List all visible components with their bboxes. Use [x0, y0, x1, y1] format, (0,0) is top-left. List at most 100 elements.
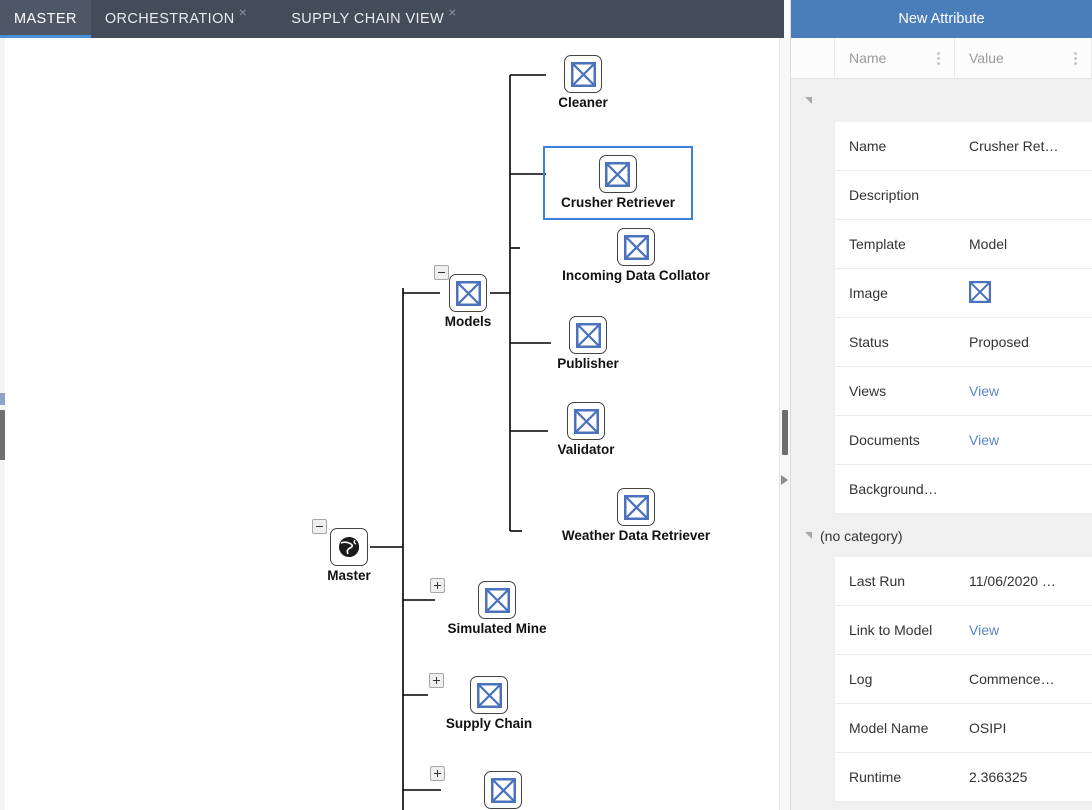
tree-node-cleaner[interactable]: Cleaner	[547, 55, 619, 110]
property-name: Model Name	[835, 720, 955, 736]
tab-supply-chain-view[interactable]: SUPPLY CHAIN VIEW ×	[277, 0, 473, 38]
property-row-documents[interactable]: Documents View	[835, 416, 1092, 465]
tree-node-models[interactable]: Models	[449, 274, 487, 312]
property-value-image[interactable]	[955, 281, 1092, 306]
property-row-model-name[interactable]: Model Name OSIPI	[835, 704, 1092, 753]
application-window: MASTER ORCHESTRATION × SUPPLY CHAIN VIEW…	[0, 0, 1092, 810]
xbox-icon	[564, 55, 602, 93]
property-value[interactable]: Model	[955, 236, 1092, 252]
group-collapse-triangle-icon[interactable]	[805, 532, 812, 539]
property-row-runtime[interactable]: Runtime 2.366325	[835, 753, 1092, 802]
xbox-icon	[484, 771, 522, 809]
group-header-default[interactable]	[791, 79, 1092, 122]
panel-collapse-arrow-icon[interactable]	[781, 475, 788, 485]
tab-spacer	[263, 0, 277, 38]
column-header-value-label: Value	[969, 50, 1004, 66]
attribute-panel: New Attribute Name Value Name Crusher Re…	[790, 0, 1092, 810]
tree-node-supply-chain[interactable]: Supply Chain	[470, 676, 508, 714]
tab-master[interactable]: MASTER	[0, 0, 91, 38]
group-header-no-category[interactable]: (no category)	[791, 514, 1092, 557]
collapse-toggle-models[interactable]	[434, 265, 449, 280]
panel-splitter[interactable]	[779, 38, 790, 810]
xbox-icon	[599, 155, 637, 193]
tree-canvas[interactable]: Cleaner Crusher Retriever Incoming Data …	[0, 38, 784, 810]
tree-node-label: Weather Data Retriever	[555, 528, 717, 543]
tab-label: ORCHESTRATION	[105, 11, 235, 27]
column-menu-icon[interactable]	[933, 50, 944, 67]
property-name: Template	[835, 236, 955, 252]
tree-node-master[interactable]: Master	[330, 528, 368, 566]
tree-node-label: Incoming Data Collator	[556, 268, 716, 283]
tree-node-label: Simulated Mine	[443, 621, 551, 636]
collapse-toggle-master[interactable]	[312, 519, 327, 534]
tree-node-weather-data-retriever[interactable]: Weather Data Retriever	[600, 488, 672, 526]
property-name: Status	[835, 334, 955, 350]
tree-node-label: Supply Chain	[439, 716, 539, 731]
property-value-link[interactable]: View	[955, 622, 1092, 638]
tab-close-icon[interactable]: ×	[446, 0, 459, 38]
property-row-description[interactable]: Description	[835, 171, 1092, 220]
tab-close-icon[interactable]: ×	[237, 0, 250, 38]
tab-bar: MASTER ORCHESTRATION × SUPPLY CHAIN VIEW…	[0, 0, 784, 38]
tree-node-label: Publisher	[552, 356, 624, 371]
property-name: Link to Model	[835, 622, 955, 638]
column-header-name-label: Name	[849, 50, 886, 66]
property-value[interactable]: 11/06/2020 …	[955, 573, 1092, 589]
tree-node-incoming-data-collator[interactable]: Incoming Data Collator	[600, 228, 672, 266]
property-value-link[interactable]: View	[955, 432, 1092, 448]
property-row-log[interactable]: Log Commence…	[835, 655, 1092, 704]
column-header-value[interactable]: Value	[955, 38, 1092, 78]
xbox-icon	[617, 228, 655, 266]
column-menu-icon[interactable]	[1070, 50, 1081, 67]
expand-toggle-bottom[interactable]	[430, 766, 445, 781]
expand-toggle-supply-chain[interactable]	[429, 673, 444, 688]
property-name: Last Run	[835, 573, 955, 589]
property-row-image[interactable]: Image	[835, 269, 1092, 318]
tree-node-label: Models	[419, 314, 517, 329]
splitter-thumb[interactable]	[782, 410, 788, 455]
property-value[interactable]: Crusher Ret…	[955, 138, 1092, 154]
property-row-link-to-model[interactable]: Link to Model View	[835, 606, 1092, 655]
grid-indent-column	[791, 38, 835, 78]
scrollbar-cap	[0, 393, 5, 405]
group-collapse-triangle-icon[interactable]	[805, 97, 812, 104]
xbox-icon	[470, 676, 508, 714]
scrollbar-thumb[interactable]	[0, 410, 5, 460]
property-value-link[interactable]: View	[955, 383, 1092, 399]
tree-node-validator[interactable]: Validator	[550, 402, 622, 457]
property-value[interactable]: 2.366325	[955, 769, 1092, 785]
group-label: (no category)	[820, 528, 902, 544]
tree-node-publisher[interactable]: Publisher	[552, 316, 624, 371]
property-row-views[interactable]: Views View	[835, 367, 1092, 416]
property-row-background[interactable]: Background…	[835, 465, 1092, 514]
canvas-left-scrollbar[interactable]	[0, 38, 5, 810]
property-name: Image	[835, 285, 955, 301]
property-row-last-run[interactable]: Last Run 11/06/2020 …	[835, 557, 1092, 606]
property-name: Runtime	[835, 769, 955, 785]
property-row-name[interactable]: Name Crusher Ret…	[835, 122, 1092, 171]
tree-node-crusher-retriever[interactable]: Crusher Retriever	[580, 155, 655, 193]
column-header-name[interactable]: Name	[835, 38, 955, 78]
tab-orchestration[interactable]: ORCHESTRATION ×	[91, 0, 263, 38]
tree-node-simulated-mine[interactable]: Simulated Mine	[478, 581, 516, 619]
tree-node-collapsed-bottom[interactable]	[484, 771, 522, 809]
xbox-icon	[449, 274, 487, 312]
property-name: Background…	[835, 481, 955, 497]
property-row-template[interactable]: Template Model	[835, 220, 1092, 269]
property-grid-header: Name Value	[791, 38, 1092, 79]
property-row-status[interactable]: Status Proposed	[835, 318, 1092, 367]
property-name: Documents	[835, 432, 955, 448]
expand-toggle-simulated-mine[interactable]	[430, 578, 445, 593]
tree-node-label: Master	[304, 568, 394, 583]
property-name: Description	[835, 187, 955, 203]
tree-node-label: Validator	[550, 442, 622, 457]
property-value[interactable]: OSIPI	[955, 720, 1092, 736]
tree-node-label: Cleaner	[547, 95, 619, 110]
xbox-icon	[569, 316, 607, 354]
tab-label: SUPPLY CHAIN VIEW	[291, 11, 444, 27]
property-value[interactable]: Commence…	[955, 671, 1092, 687]
property-value[interactable]: Proposed	[955, 334, 1092, 350]
property-rows: Name Crusher Ret… Description Template M…	[791, 79, 1092, 802]
property-name: Name	[835, 138, 955, 154]
xbox-icon	[969, 281, 991, 303]
